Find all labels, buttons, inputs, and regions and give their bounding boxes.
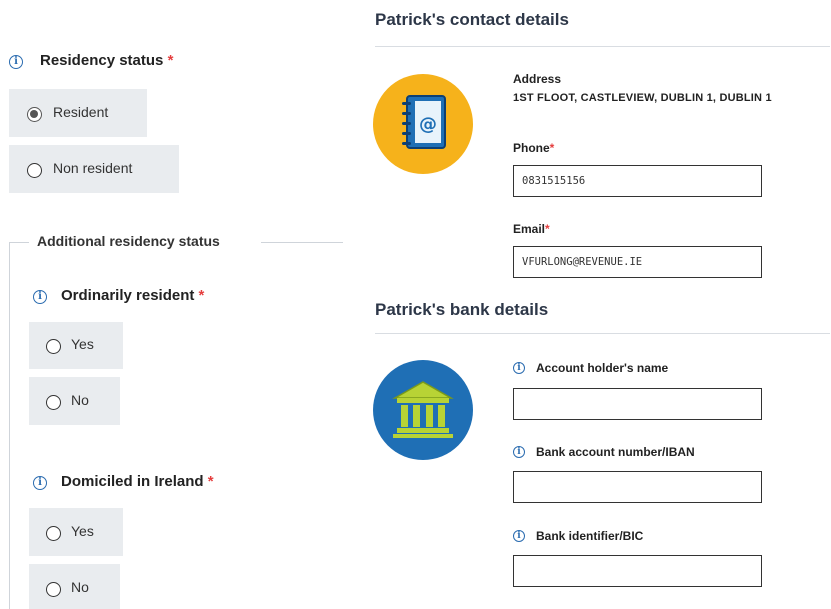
- fieldset-left-border: [9, 242, 10, 609]
- email-label: Email*: [513, 222, 550, 236]
- ordinarily-option-yes[interactable]: Yes: [29, 322, 123, 369]
- ordinarily-resident-info-icon[interactable]: i: [33, 290, 47, 304]
- additional-residency-legend: Additional residency status: [37, 233, 220, 249]
- domiciled-info-icon[interactable]: i: [33, 476, 47, 490]
- contact-divider: [375, 46, 830, 47]
- svg-text:@: @: [419, 114, 437, 135]
- domiciled-no-label: No: [71, 579, 89, 595]
- residency-status-label: Residency status *: [40, 52, 174, 69]
- domiciled-option-yes[interactable]: Yes: [29, 508, 123, 556]
- ordinarily-option-no[interactable]: No: [29, 377, 120, 425]
- resident-label: Resident: [53, 104, 109, 120]
- bank-section-title: Patrick's bank details: [375, 300, 549, 319]
- bic-info-icon[interactable]: i: [513, 530, 525, 542]
- fieldset-top-left: [9, 242, 29, 243]
- residency-option-non-resident[interactable]: Non resident: [9, 145, 179, 193]
- bank-divider: [375, 333, 830, 334]
- bic-label: Bank identifier/BIC: [536, 529, 644, 543]
- ordinarily-no-label: No: [71, 392, 89, 408]
- contact-section-title: Patrick's contact details: [375, 10, 569, 29]
- account-holder-info-icon[interactable]: i: [513, 362, 525, 374]
- domiciled-yes-label: Yes: [71, 523, 94, 539]
- radio-ordinarily-yes[interactable]: [46, 339, 61, 354]
- fieldset-top-right: [261, 242, 343, 243]
- domiciled-label: Domiciled in Ireland *: [61, 473, 214, 490]
- radio-resident[interactable]: [27, 107, 42, 122]
- account-holder-input[interactable]: [513, 388, 762, 420]
- non-resident-label: Non resident: [53, 160, 133, 176]
- domiciled-option-no[interactable]: No: [29, 564, 120, 609]
- address-label: Address: [513, 72, 562, 86]
- phone-input[interactable]: 0831515156: [513, 165, 762, 197]
- iban-info-icon[interactable]: i: [513, 446, 525, 458]
- account-holder-label: Account holder's name: [536, 361, 669, 375]
- iban-input[interactable]: [513, 471, 762, 503]
- bank-icon: [373, 360, 473, 460]
- radio-domiciled-yes[interactable]: [46, 526, 61, 541]
- bic-input[interactable]: [513, 555, 762, 587]
- iban-label: Bank account number/IBAN: [536, 445, 695, 459]
- radio-non-resident[interactable]: [27, 163, 42, 178]
- phone-label: Phone*: [513, 141, 555, 155]
- ordinarily-resident-label: Ordinarily resident *: [61, 287, 205, 304]
- residency-option-resident[interactable]: Resident: [9, 89, 147, 137]
- radio-domiciled-no[interactable]: [46, 582, 61, 597]
- residency-info-icon[interactable]: i: [9, 55, 23, 69]
- address-book-icon: @: [373, 74, 473, 174]
- ordinarily-yes-label: Yes: [71, 336, 94, 352]
- address-value: 1ST FLOOT, CASTLEVIEW, DUBLIN 1, DUBLIN …: [513, 92, 772, 104]
- email-input[interactable]: VFURLONG@REVENUE.IE: [513, 246, 762, 278]
- radio-ordinarily-no[interactable]: [46, 395, 61, 410]
